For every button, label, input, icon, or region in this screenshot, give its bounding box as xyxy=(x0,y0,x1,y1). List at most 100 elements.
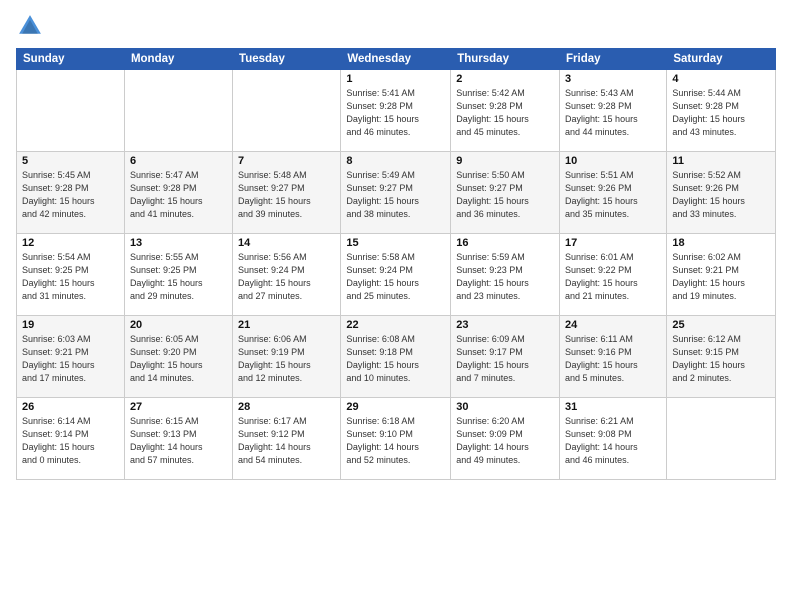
day-info: Sunrise: 5:49 AM Sunset: 9:27 PM Dayligh… xyxy=(346,169,445,221)
weekday-header-thursday: Thursday xyxy=(451,49,560,70)
day-number: 1 xyxy=(346,73,445,85)
day-info: Sunrise: 6:05 AM Sunset: 9:20 PM Dayligh… xyxy=(130,333,227,385)
calendar-cell: 28 Sunrise: 6:17 AM Sunset: 9:12 PM Dayli… xyxy=(233,398,341,480)
day-info: Sunrise: 5:43 AM Sunset: 9:28 PM Dayligh… xyxy=(565,87,661,139)
day-number: 27 xyxy=(130,401,227,413)
calendar-cell: 19Sunrise: 6:03 AM Sunset: 9:21 PM Dayli… xyxy=(17,316,125,398)
logo xyxy=(16,12,48,40)
week-row-2: 5 Sunrise: 5:45 AM Sunset: 9:28 PM Daylig… xyxy=(17,152,776,234)
calendar-cell: 29 Sunrise: 6:18 AM Sunset: 9:10 PM Dayli… xyxy=(341,398,451,480)
day-info: Sunrise: 5:44 AM Sunset: 9:28 PM Dayligh… xyxy=(672,87,770,139)
calendar-cell: 13 Sunrise: 5:55 AM Sunset: 9:25 PM Dayli… xyxy=(124,234,232,316)
day-info: Sunrise: 6:15 AM Sunset: 9:13 PM Dayligh… xyxy=(130,415,227,467)
calendar-cell: 24 Sunrise: 6:11 AM Sunset: 9:16 PM Dayli… xyxy=(560,316,667,398)
day-info: Sunrise: 6:03 AM Sunset: 9:21 PM Dayligh… xyxy=(22,333,119,385)
weekday-header-row: SundayMondayTuesdayWednesdayThursdayFrid… xyxy=(17,49,776,70)
day-number: 24 xyxy=(565,319,661,331)
day-info: Sunrise: 5:51 AM Sunset: 9:26 PM Dayligh… xyxy=(565,169,661,221)
day-info: Sunrise: 6:12 AM Sunset: 9:15 PM Dayligh… xyxy=(672,333,770,385)
calendar-cell xyxy=(124,70,232,152)
calendar-cell: 8Sunrise: 5:49 AM Sunset: 9:27 PM Daylig… xyxy=(341,152,451,234)
calendar-cell: 3 Sunrise: 5:43 AM Sunset: 9:28 PM Daylig… xyxy=(560,70,667,152)
day-number: 7 xyxy=(238,155,335,167)
header xyxy=(16,12,776,40)
day-info: Sunrise: 6:02 AM Sunset: 9:21 PM Dayligh… xyxy=(672,251,770,303)
calendar-cell xyxy=(233,70,341,152)
day-info: Sunrise: 5:48 AM Sunset: 9:27 PM Dayligh… xyxy=(238,169,335,221)
day-number: 3 xyxy=(565,73,661,85)
day-info: Sunrise: 6:01 AM Sunset: 9:22 PM Dayligh… xyxy=(565,251,661,303)
day-info: Sunrise: 5:45 AM Sunset: 9:28 PM Dayligh… xyxy=(22,169,119,221)
day-number: 31 xyxy=(565,401,661,413)
day-number: 5 xyxy=(22,155,119,167)
calendar-cell: 14Sunrise: 5:56 AM Sunset: 9:24 PM Dayli… xyxy=(233,234,341,316)
day-info: Sunrise: 6:20 AM Sunset: 9:09 PM Dayligh… xyxy=(456,415,554,467)
day-number: 13 xyxy=(130,237,227,249)
day-info: Sunrise: 6:17 AM Sunset: 9:12 PM Dayligh… xyxy=(238,415,335,467)
calendar-cell: 2 Sunrise: 5:42 AM Sunset: 9:28 PM Daylig… xyxy=(451,70,560,152)
day-info: Sunrise: 5:58 AM Sunset: 9:24 PM Dayligh… xyxy=(346,251,445,303)
day-info: Sunrise: 5:52 AM Sunset: 9:26 PM Dayligh… xyxy=(672,169,770,221)
day-number: 22 xyxy=(346,319,445,331)
day-number: 18 xyxy=(672,237,770,249)
calendar-cell: 1 Sunrise: 5:41 AM Sunset: 9:28 PM Daylig… xyxy=(341,70,451,152)
day-number: 10 xyxy=(565,155,661,167)
week-row-3: 12 Sunrise: 5:54 AM Sunset: 9:25 PM Dayli… xyxy=(17,234,776,316)
calendar-cell xyxy=(17,70,125,152)
day-number: 6 xyxy=(130,155,227,167)
day-info: Sunrise: 6:09 AM Sunset: 9:17 PM Dayligh… xyxy=(456,333,554,385)
calendar-cell: 25 Sunrise: 6:12 AM Sunset: 9:15 PM Dayli… xyxy=(667,316,776,398)
calendar-cell: 20 Sunrise: 6:05 AM Sunset: 9:20 PM Dayli… xyxy=(124,316,232,398)
day-number: 29 xyxy=(346,401,445,413)
day-number: 11 xyxy=(672,155,770,167)
day-number: 28 xyxy=(238,401,335,413)
calendar-cell: 7 Sunrise: 5:48 AM Sunset: 9:27 PM Daylig… xyxy=(233,152,341,234)
day-info: Sunrise: 6:14 AM Sunset: 9:14 PM Dayligh… xyxy=(22,415,119,467)
calendar-cell: 11 Sunrise: 5:52 AM Sunset: 9:26 PM Dayli… xyxy=(667,152,776,234)
day-number: 12 xyxy=(22,237,119,249)
day-number: 4 xyxy=(672,73,770,85)
calendar-cell: 6Sunrise: 5:47 AM Sunset: 9:28 PM Daylig… xyxy=(124,152,232,234)
week-row-4: 19Sunrise: 6:03 AM Sunset: 9:21 PM Dayli… xyxy=(17,316,776,398)
day-number: 21 xyxy=(238,319,335,331)
week-row-1: 1 Sunrise: 5:41 AM Sunset: 9:28 PM Daylig… xyxy=(17,70,776,152)
calendar-cell: 15 Sunrise: 5:58 AM Sunset: 9:24 PM Dayli… xyxy=(341,234,451,316)
calendar-cell: 16Sunrise: 5:59 AM Sunset: 9:23 PM Dayli… xyxy=(451,234,560,316)
weekday-header-saturday: Saturday xyxy=(667,49,776,70)
day-number: 16 xyxy=(456,237,554,249)
calendar-cell: 31 Sunrise: 6:21 AM Sunset: 9:08 PM Dayli… xyxy=(560,398,667,480)
day-number: 15 xyxy=(346,237,445,249)
day-number: 26 xyxy=(22,401,119,413)
calendar-cell: 23 Sunrise: 6:09 AM Sunset: 9:17 PM Dayli… xyxy=(451,316,560,398)
day-info: Sunrise: 6:11 AM Sunset: 9:16 PM Dayligh… xyxy=(565,333,661,385)
calendar-cell: 18 Sunrise: 6:02 AM Sunset: 9:21 PM Dayli… xyxy=(667,234,776,316)
day-info: Sunrise: 5:54 AM Sunset: 9:25 PM Dayligh… xyxy=(22,251,119,303)
day-info: Sunrise: 6:21 AM Sunset: 9:08 PM Dayligh… xyxy=(565,415,661,467)
calendar-cell: 4 Sunrise: 5:44 AM Sunset: 9:28 PM Daylig… xyxy=(667,70,776,152)
day-number: 2 xyxy=(456,73,554,85)
weekday-header-friday: Friday xyxy=(560,49,667,70)
calendar-cell: 30 Sunrise: 6:20 AM Sunset: 9:09 PM Dayli… xyxy=(451,398,560,480)
day-number: 30 xyxy=(456,401,554,413)
day-info: Sunrise: 6:08 AM Sunset: 9:18 PM Dayligh… xyxy=(346,333,445,385)
calendar: SundayMondayTuesdayWednesdayThursdayFrid… xyxy=(16,48,776,480)
day-info: Sunrise: 5:55 AM Sunset: 9:25 PM Dayligh… xyxy=(130,251,227,303)
day-info: Sunrise: 6:06 AM Sunset: 9:19 PM Dayligh… xyxy=(238,333,335,385)
day-number: 20 xyxy=(130,319,227,331)
day-number: 25 xyxy=(672,319,770,331)
day-number: 23 xyxy=(456,319,554,331)
calendar-cell: 27 Sunrise: 6:15 AM Sunset: 9:13 PM Dayli… xyxy=(124,398,232,480)
calendar-cell: 12 Sunrise: 5:54 AM Sunset: 9:25 PM Dayli… xyxy=(17,234,125,316)
day-info: Sunrise: 5:42 AM Sunset: 9:28 PM Dayligh… xyxy=(456,87,554,139)
week-row-5: 26 Sunrise: 6:14 AM Sunset: 9:14 PM Dayli… xyxy=(17,398,776,480)
day-info: Sunrise: 5:41 AM Sunset: 9:28 PM Dayligh… xyxy=(346,87,445,139)
day-info: Sunrise: 6:18 AM Sunset: 9:10 PM Dayligh… xyxy=(346,415,445,467)
day-number: 14 xyxy=(238,237,335,249)
calendar-cell: 9 Sunrise: 5:50 AM Sunset: 9:27 PM Daylig… xyxy=(451,152,560,234)
weekday-header-wednesday: Wednesday xyxy=(341,49,451,70)
calendar-cell: 5 Sunrise: 5:45 AM Sunset: 9:28 PM Daylig… xyxy=(17,152,125,234)
day-info: Sunrise: 5:50 AM Sunset: 9:27 PM Dayligh… xyxy=(456,169,554,221)
calendar-cell xyxy=(667,398,776,480)
day-number: 9 xyxy=(456,155,554,167)
calendar-cell: 21 Sunrise: 6:06 AM Sunset: 9:19 PM Dayli… xyxy=(233,316,341,398)
